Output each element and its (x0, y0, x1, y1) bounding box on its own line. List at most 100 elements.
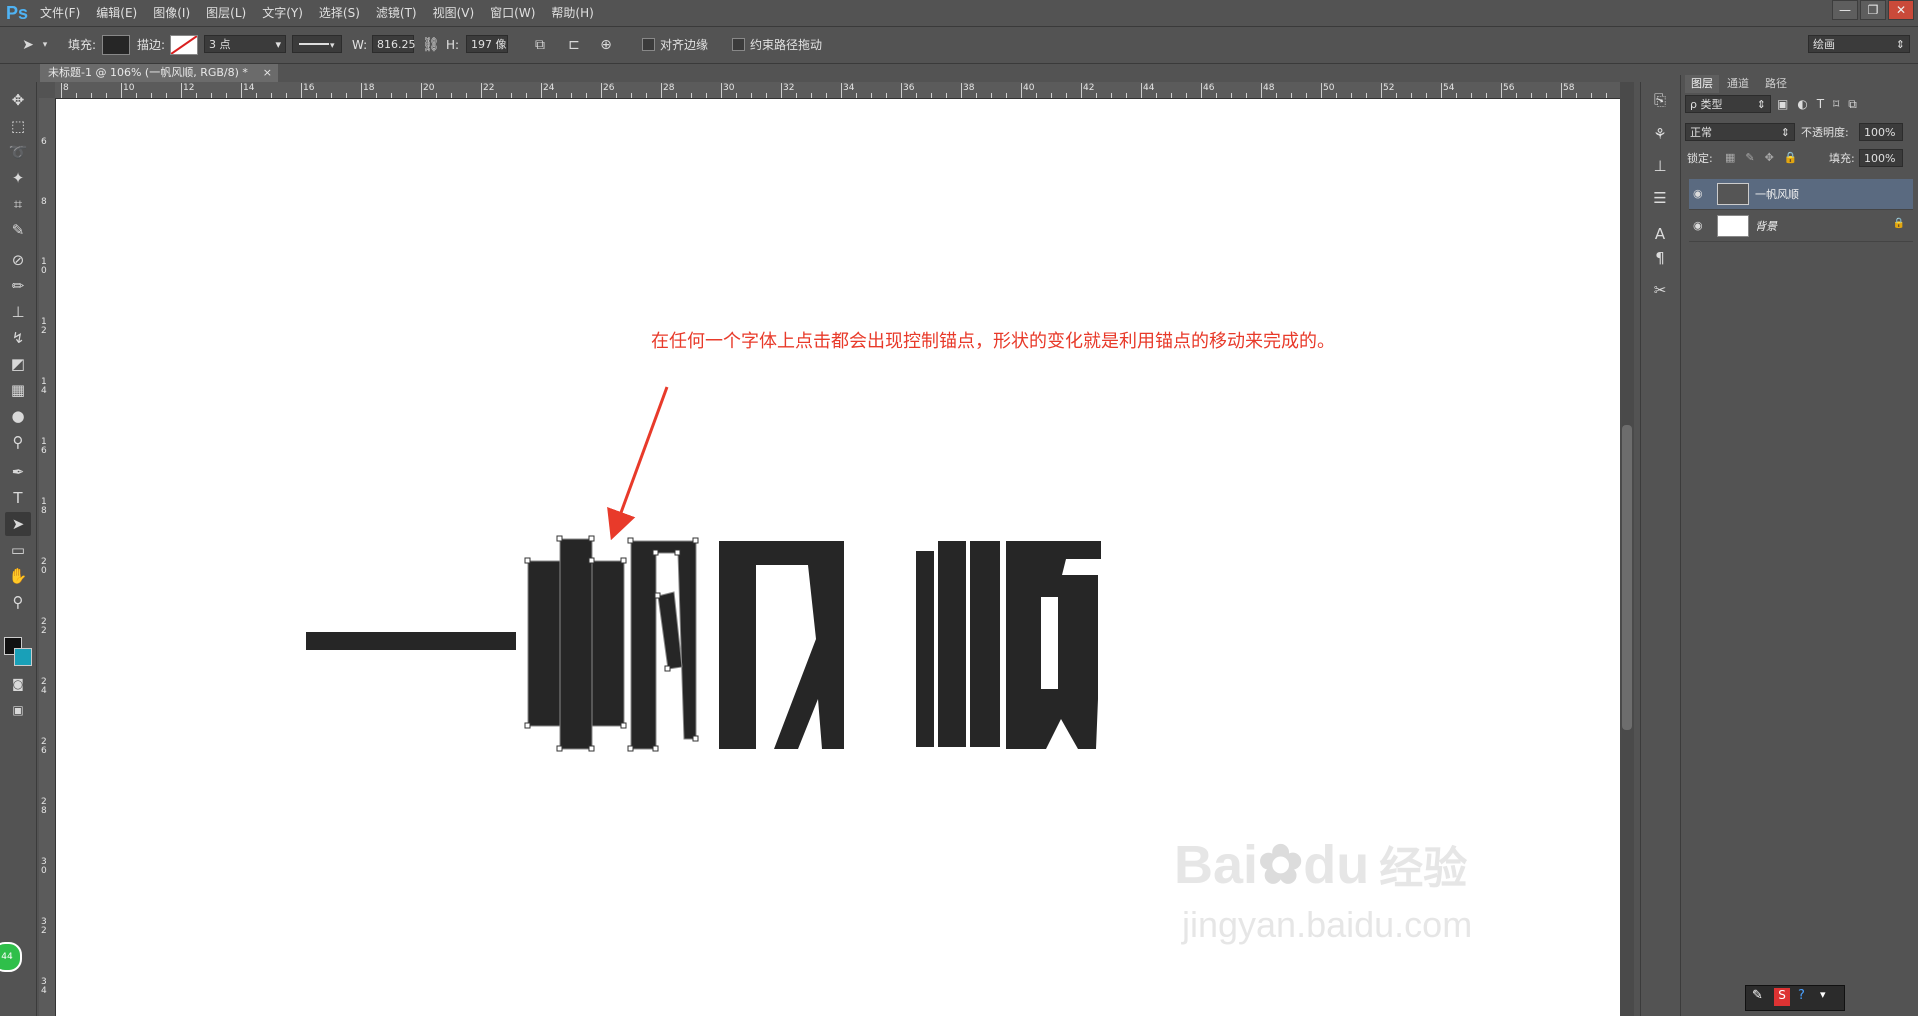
ruler-tick (1561, 83, 1562, 98)
history-panel-icon[interactable]: ⎘ (1648, 88, 1672, 112)
stroke-type-select[interactable]: ▾ (292, 35, 342, 53)
paragraph-panel-icon[interactable]: ¶ (1648, 246, 1672, 270)
menu-layer[interactable]: 图层(L) (198, 0, 254, 26)
menu-image[interactable]: 图像(I) (145, 0, 198, 26)
ruler-left-label: 32 (41, 917, 47, 936)
menu-select[interactable]: 选择(S) (311, 0, 368, 26)
path-selection-tool-icon[interactable]: ➤ (18, 35, 38, 55)
menu-filter[interactable]: 滤镜(T) (368, 0, 425, 26)
align-edges-checkbox[interactable] (642, 38, 655, 51)
width-input[interactable]: 816.25 (372, 35, 416, 53)
clone-source-icon[interactable]: ⊥ (1648, 154, 1672, 178)
menu-file[interactable]: 文件(F) (32, 0, 88, 26)
pen-tool-icon[interactable]: ✒ (5, 460, 31, 484)
ruler-tick (601, 83, 602, 98)
blur-tool-icon[interactable]: ● (5, 404, 31, 428)
menu-window[interactable]: 窗口(W) (482, 0, 543, 26)
tab-paths[interactable]: 路径 (1759, 75, 1793, 93)
eraser-tool-icon[interactable]: ◩ (5, 352, 31, 376)
path-selection-tool-icon[interactable]: ➤ (5, 512, 31, 536)
character-panel-icon[interactable]: A (1648, 222, 1672, 246)
menu-type[interactable]: 文字(Y) (254, 0, 311, 26)
path-alignment-icon[interactable]: ⊏ (564, 35, 584, 55)
move-tool-icon[interactable]: ✥ (5, 88, 31, 112)
zoom-tool-icon[interactable]: ⚲ (5, 590, 31, 614)
glyph-fan[interactable] (527, 538, 697, 750)
glyph-shun[interactable] (916, 541, 1101, 749)
crop-tool-icon[interactable]: ⌗ (5, 192, 31, 216)
workspace-select[interactable]: 绘画 ⇕ (1808, 35, 1910, 53)
background-color-swatch[interactable] (14, 648, 32, 666)
properties-icon[interactable]: ☰ (1648, 186, 1672, 210)
eyedropper-tool-icon[interactable]: ✎ (5, 218, 31, 242)
fill-swatch[interactable] (102, 35, 130, 55)
ruler-tick (421, 83, 422, 98)
stroke-size-select[interactable]: 3 点 ▾ (204, 35, 286, 53)
hand-tool-icon[interactable]: ✋ (5, 564, 31, 588)
ruler-left-label: 30 (41, 857, 47, 876)
visibility-eye-icon[interactable]: ◉ (1693, 219, 1703, 232)
fill-input[interactable]: 100% (1859, 149, 1903, 167)
ruler-top-label: 58 (1563, 83, 1575, 93)
layer-row-shape[interactable]: ◉ 一帆风顺 (1689, 179, 1913, 210)
ruler-top-label: 20 (423, 83, 435, 93)
layer-kind-filter[interactable]: ρ 类型 ⇕ (1685, 95, 1771, 113)
document-canvas[interactable]: 在任何一个字体上点击都会出现控制锚点，形状的变化就是利用锚点的移动来完成的。 B… (56, 99, 1620, 1016)
screen-mode-icon[interactable]: ▣ (5, 698, 31, 722)
glyph-feng[interactable] (719, 541, 844, 749)
tool-presets-icon[interactable]: ✂ (1648, 278, 1672, 302)
notepad-icon[interactable]: ✎ (1752, 988, 1763, 1003)
close-button[interactable]: ✕ (1888, 0, 1914, 20)
visibility-eye-icon[interactable]: ◉ (1693, 187, 1703, 200)
height-input[interactable]: 197 像 (466, 35, 508, 53)
sogou-icon[interactable]: S (1774, 988, 1790, 1006)
layer-filter-icons[interactable]: ▣◐T⌑⧉ (1777, 97, 1917, 115)
document-tab[interactable]: 未标题-1 @ 106% (一帆风顺, RGB/8) * × (40, 64, 278, 82)
clone-stamp-tool-icon[interactable]: ⊥ (5, 300, 31, 324)
type-tool-icon[interactable]: T (5, 486, 31, 510)
ruler-tick (1171, 93, 1172, 98)
blend-mode-select[interactable]: 正常 ⇕ (1685, 123, 1795, 141)
window-controls: — ❐ ✕ (1832, 0, 1914, 20)
menu-help[interactable]: 帮助(H) (543, 0, 601, 26)
menu-edit[interactable]: 编辑(E) (88, 0, 145, 26)
ruler-tick (1066, 93, 1067, 98)
shape-tool-icon[interactable]: ▭ (5, 538, 31, 562)
marquee-tool-icon[interactable]: ⬚ (5, 114, 31, 138)
quick-mask-icon[interactable]: ◙ (5, 672, 31, 696)
menu-view[interactable]: 视图(V) (425, 0, 483, 26)
ruler-tick (1366, 93, 1367, 98)
layer-row-background[interactable]: ◉ 背景 🔒 (1689, 211, 1913, 242)
ruler-tick (181, 83, 182, 98)
tab-layers[interactable]: 图层 (1685, 75, 1719, 93)
tab-channels[interactable]: 通道 (1721, 75, 1755, 93)
constrain-path-checkbox[interactable] (732, 38, 745, 51)
gradient-tool-icon[interactable]: ▦ (5, 378, 31, 402)
opacity-input[interactable]: 100% (1859, 123, 1903, 141)
lasso-tool-icon[interactable]: ➰ (5, 140, 31, 164)
chevron-down-icon[interactable]: ▾ (1820, 988, 1826, 1001)
ruler-left-label: 22 (41, 617, 47, 636)
history-brush-tool-icon[interactable]: ↯ (5, 326, 31, 350)
minimize-button[interactable]: — (1832, 0, 1858, 20)
dodge-tool-icon[interactable]: ⚲ (5, 430, 31, 454)
app-logo: Ps (5, 3, 29, 23)
ruler-tick (241, 83, 242, 98)
tool-preset-dropdown-icon[interactable]: ▾ (40, 35, 50, 55)
ruler-tick (556, 93, 557, 98)
ruler-tick (136, 93, 137, 98)
path-arrangement-icon[interactable]: ⊕ (596, 35, 616, 55)
scrollbar-thumb[interactable] (1622, 425, 1632, 730)
brush-presets-icon[interactable]: ⚘ (1648, 122, 1672, 146)
brush-tool-icon[interactable]: ✏ (5, 274, 31, 298)
healing-brush-tool-icon[interactable]: ⊘ (5, 248, 31, 272)
lock-icons[interactable]: ▦✎✥🔒 (1725, 151, 1808, 164)
glyph-yi[interactable] (306, 632, 516, 650)
close-tab-icon[interactable]: × (263, 64, 272, 82)
help-icon[interactable]: ? (1798, 988, 1805, 1003)
path-operations-icon[interactable]: ⧉ (530, 35, 550, 55)
restore-button[interactable]: ❐ (1860, 0, 1886, 20)
link-icon[interactable]: ⛓ (422, 36, 440, 54)
magic-wand-tool-icon[interactable]: ✦ (5, 166, 31, 190)
stroke-swatch[interactable] (170, 35, 198, 55)
